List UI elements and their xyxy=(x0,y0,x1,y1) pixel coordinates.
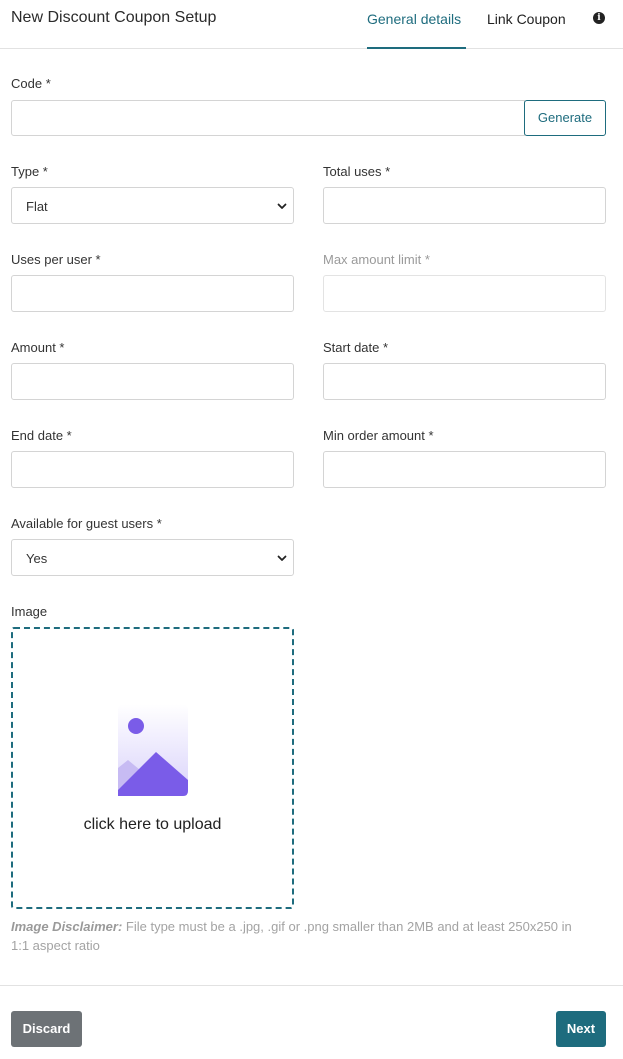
guest-users-select-value: Yes xyxy=(26,551,48,566)
start-date-input[interactable] xyxy=(323,363,606,400)
max-amount-limit-input[interactable] xyxy=(323,275,606,312)
page-header: New Discount Coupon Setup General detail… xyxy=(0,0,623,49)
tab-link-coupon[interactable]: Link Coupon xyxy=(487,11,566,27)
amount-label: Amount * xyxy=(11,340,65,355)
guest-users-select[interactable]: Yes xyxy=(11,539,294,576)
start-date-label: Start date * xyxy=(323,340,389,355)
page-title: New Discount Coupon Setup xyxy=(11,9,217,26)
max-amount-limit-label: Max amount limit * xyxy=(323,252,430,267)
active-tab-indicator xyxy=(367,47,466,49)
tab-general-details[interactable]: General details xyxy=(367,11,461,27)
generate-button[interactable]: Generate xyxy=(524,100,606,136)
uses-per-user-label: Uses per user * xyxy=(11,252,101,267)
type-select-value: Flat xyxy=(26,199,48,214)
end-date-input[interactable] xyxy=(11,451,294,488)
min-order-amount-label: Min order amount * xyxy=(323,428,434,443)
discard-button[interactable]: Discard xyxy=(11,1011,82,1047)
chevron-down-icon xyxy=(277,203,287,209)
min-order-amount-input[interactable] xyxy=(323,451,606,488)
next-button[interactable]: Next xyxy=(556,1011,606,1047)
code-label: Code * xyxy=(11,76,51,91)
amount-input[interactable] xyxy=(11,363,294,400)
disclaimer-title: Image Disclaimer: xyxy=(11,919,123,934)
total-uses-label: Total uses * xyxy=(323,164,391,179)
total-uses-input[interactable] xyxy=(323,187,606,224)
footer-divider xyxy=(0,985,623,986)
image-disclaimer: Image Disclaimer: File type must be a .j… xyxy=(11,917,591,955)
end-date-label: End date * xyxy=(11,428,72,443)
type-select[interactable]: Flat xyxy=(11,187,294,224)
upload-prompt: click here to upload xyxy=(83,816,222,833)
type-label: Type * xyxy=(11,164,48,179)
info-icon[interactable]: i xyxy=(593,12,605,24)
image-label: Image xyxy=(11,604,48,619)
chevron-down-icon xyxy=(277,555,287,561)
image-upload-area[interactable]: click here to upload xyxy=(11,627,294,909)
code-input[interactable] xyxy=(11,100,525,136)
image-placeholder-icon xyxy=(118,704,188,796)
uses-per-user-input[interactable] xyxy=(11,275,294,312)
guest-users-label: Available for guest users * xyxy=(11,516,162,531)
